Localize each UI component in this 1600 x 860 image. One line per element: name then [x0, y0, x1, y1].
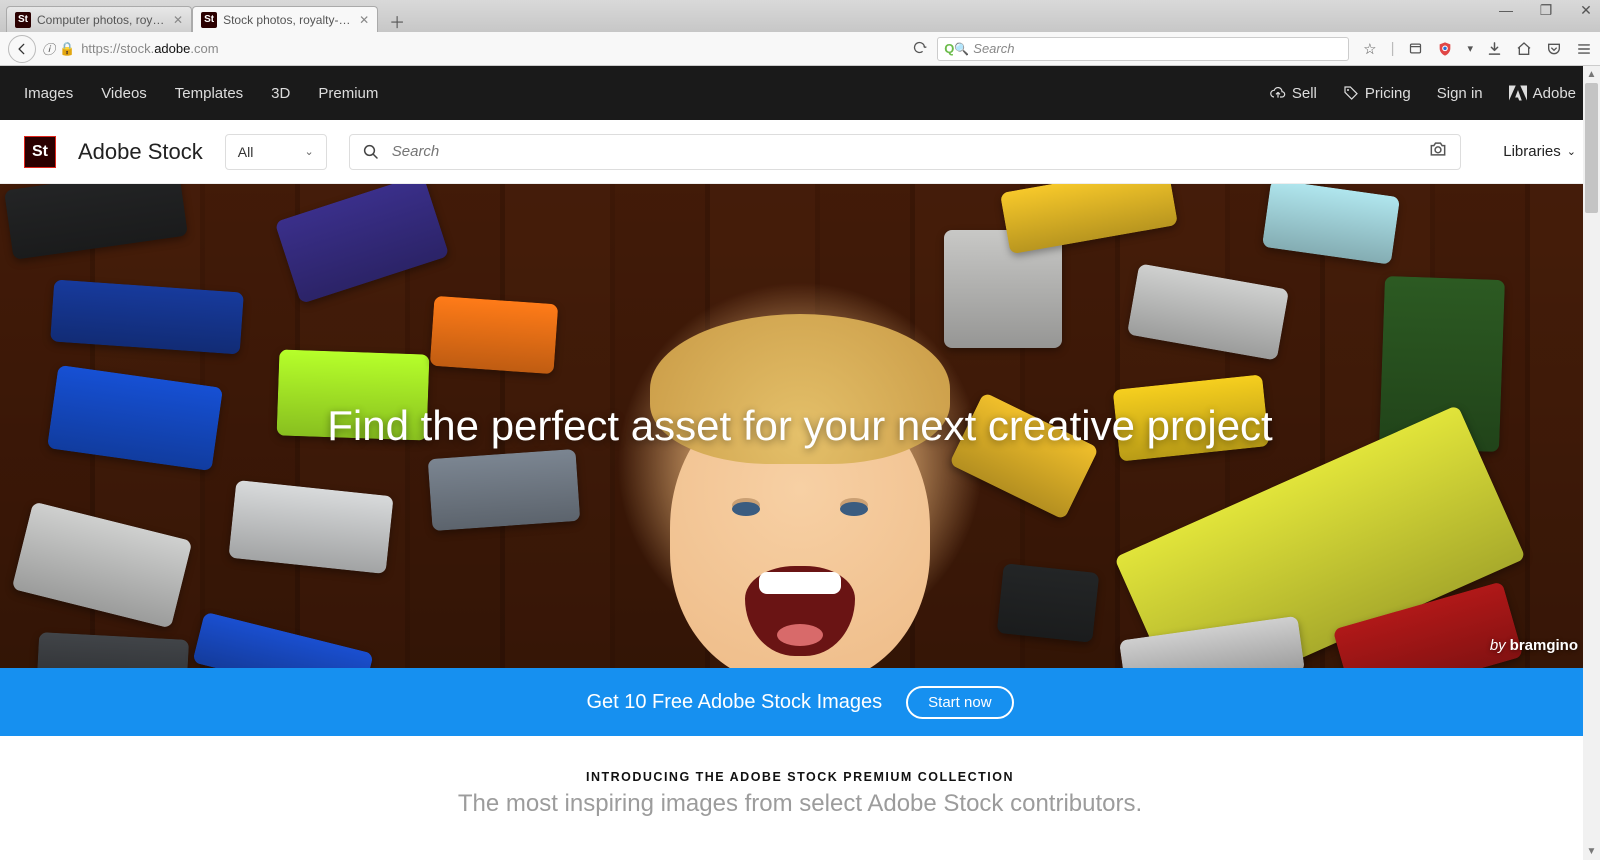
tag-icon: [1343, 85, 1359, 101]
hero-headline: Find the perfect asset for your next cre…: [327, 402, 1272, 450]
toy-car: [430, 296, 559, 374]
chevron-down-icon: ⌄: [1567, 145, 1576, 158]
close-icon[interactable]: ✕: [1576, 2, 1596, 19]
url-display[interactable]: https://stock.adobe.com: [81, 41, 901, 56]
search-icon[interactable]: [362, 143, 380, 161]
nav-sell[interactable]: Sell: [1270, 85, 1317, 102]
scroll-down-icon[interactable]: ▼: [1583, 843, 1600, 860]
tab-strip: St Computer photos, royalty-fr… ✕ St Sto…: [0, 0, 410, 32]
brand-text: Adobe Stock: [78, 139, 203, 165]
dropdown-caret-icon[interactable]: ▾: [1467, 42, 1473, 55]
filter-dropdown[interactable]: All ⌄: [225, 134, 327, 170]
toy-car: [1127, 263, 1289, 360]
lock-icon: 🔒: [59, 41, 75, 57]
nav-3d[interactable]: 3D: [271, 85, 290, 102]
site-search: [349, 134, 1462, 170]
favicon-icon: St: [201, 12, 217, 28]
browser-titlebar: St Computer photos, royalty-fr… ✕ St Sto…: [0, 0, 1600, 32]
toy-car: [47, 365, 223, 471]
nav-premium[interactable]: Premium: [318, 85, 378, 102]
camera-icon[interactable]: [1428, 139, 1448, 164]
toy-car: [37, 632, 189, 668]
address-bar: ⓘ 🔒 https://stock.adobe.com Q🔍 Search ☆ …: [0, 32, 1600, 66]
page-scrollbar[interactable]: ▲ ▼: [1583, 66, 1600, 860]
tab-title: Computer photos, royalty-fr…: [37, 13, 167, 27]
premium-sub: The most inspiring images from select Ad…: [0, 790, 1600, 818]
nav-signin[interactable]: Sign in: [1437, 85, 1483, 102]
nav-adobe[interactable]: Adobe: [1509, 85, 1576, 102]
library-icon[interactable]: [1408, 41, 1423, 56]
toy-car: [228, 480, 393, 574]
reload-button[interactable]: [907, 40, 931, 58]
scroll-thumb[interactable]: [1585, 83, 1598, 213]
topnav-right: Sell Pricing Sign in Adobe: [1270, 85, 1576, 102]
adobe-logo-icon: [1509, 85, 1527, 101]
toy-car: [4, 184, 188, 260]
brand-badge[interactable]: St: [24, 136, 56, 168]
toy-car: [12, 501, 193, 628]
nav-videos[interactable]: Videos: [101, 85, 147, 102]
promo-cta-button[interactable]: Start now: [906, 686, 1013, 719]
chevron-down-icon: ⌄: [305, 145, 314, 158]
reload-icon: [912, 40, 927, 55]
toy-car: [192, 612, 373, 668]
toy-car: [997, 563, 1100, 643]
toy-car: [275, 184, 450, 304]
bookmark-star-icon[interactable]: ☆: [1363, 40, 1376, 58]
site-search-input[interactable]: [392, 143, 1417, 160]
toy-car: [1262, 184, 1400, 265]
browser-search[interactable]: Q🔍 Search: [937, 37, 1349, 61]
hero-credit[interactable]: bybramgino: [1490, 637, 1578, 654]
window-controls: — ❐ ✕: [1496, 2, 1596, 19]
filter-value: All: [238, 144, 254, 160]
search-placeholder: Search: [973, 41, 1014, 56]
tab-close-icon[interactable]: ✕: [359, 13, 369, 27]
shield-icon[interactable]: [1437, 41, 1453, 57]
toy-car: [1000, 184, 1178, 254]
pocket-icon[interactable]: [1546, 41, 1562, 57]
scroll-up-icon[interactable]: ▲: [1583, 66, 1600, 83]
new-tab-button[interactable]: ＋: [384, 10, 410, 32]
nav-templates[interactable]: Templates: [175, 85, 243, 102]
libraries-dropdown[interactable]: Libraries ⌄: [1503, 143, 1576, 160]
downloads-icon[interactable]: [1487, 41, 1502, 56]
tab-close-icon[interactable]: ✕: [173, 13, 183, 27]
back-button[interactable]: [8, 35, 36, 63]
site-subnav: St Adobe Stock All ⌄ Libraries ⌄: [0, 120, 1600, 184]
premium-kicker: Introducing the Adobe Stock Premium Coll…: [0, 770, 1600, 784]
favicon-icon: St: [15, 12, 31, 28]
info-icon: ⓘ: [42, 39, 55, 58]
home-icon[interactable]: [1516, 41, 1532, 57]
site-identity[interactable]: ⓘ 🔒: [42, 39, 75, 58]
minimize-icon[interactable]: —: [1496, 2, 1516, 19]
promo-text: Get 10 Free Adobe Stock Images: [586, 691, 882, 714]
site-topnav: Images Videos Templates 3D Premium Sell …: [0, 66, 1600, 120]
toy-car: [50, 279, 244, 354]
nav-pricing[interactable]: Pricing: [1343, 85, 1411, 102]
arrow-left-icon: [15, 42, 29, 56]
topnav-left: Images Videos Templates 3D Premium: [24, 85, 378, 102]
promo-strip: Get 10 Free Adobe Stock Images Start now: [0, 668, 1600, 736]
tab-0[interactable]: St Computer photos, royalty-fr… ✕: [6, 6, 192, 32]
maximize-icon[interactable]: ❐: [1536, 2, 1556, 19]
nav-images[interactable]: Images: [24, 85, 73, 102]
cloud-upload-icon: [1270, 85, 1286, 101]
premium-section: Introducing the Adobe Stock Premium Coll…: [0, 736, 1600, 818]
hero: Find the perfect asset for your next cre…: [0, 184, 1600, 668]
menu-icon[interactable]: [1576, 42, 1592, 56]
tab-title: Stock photos, royalty-free im…: [223, 13, 353, 27]
browser-toolbar-right: ☆ | ▾: [1363, 40, 1592, 58]
tab-1[interactable]: St Stock photos, royalty-free im… ✕: [192, 6, 378, 32]
toy-car: [428, 449, 581, 531]
search-engine-icon: Q🔍: [944, 41, 969, 56]
